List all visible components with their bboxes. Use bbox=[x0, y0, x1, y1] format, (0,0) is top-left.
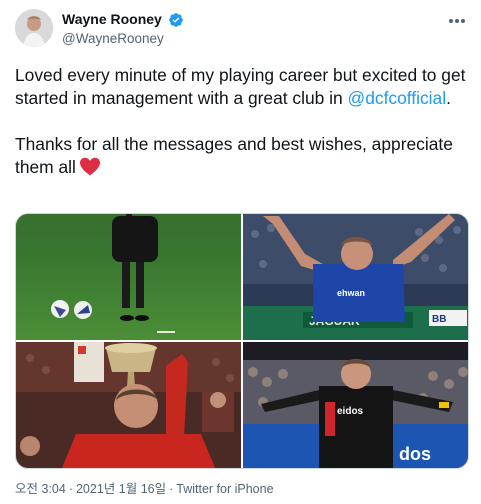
author-handle[interactable]: @WayneRooney bbox=[62, 30, 184, 47]
mention-link[interactable]: @dcfcofficial bbox=[348, 88, 447, 108]
svg-text:eidos: eidos bbox=[337, 406, 364, 417]
tweet-text-part: . bbox=[446, 88, 451, 108]
tweet-date[interactable]: 2021년 1월 16일 bbox=[76, 481, 166, 497]
media-grid: JAGUAR BB ehwan bbox=[15, 213, 469, 469]
meta-separator: · bbox=[169, 482, 174, 496]
more-options-icon[interactable] bbox=[447, 13, 467, 29]
tweet: Wayne Rooney @WayneRooney Loved every mi… bbox=[0, 0, 481, 504]
tweet-meta: 오전 3:04 · 2021년 1월 16일 · Twitter for iPhone bbox=[15, 481, 274, 497]
red-heart-icon bbox=[79, 157, 101, 176]
tweet-header: Wayne Rooney @WayneRooney bbox=[15, 9, 467, 47]
svg-text:ehwan: ehwan bbox=[337, 288, 365, 298]
photo-dc-united-celebration[interactable]: dos eidos bbox=[243, 342, 468, 468]
author-display-name[interactable]: Wayne Rooney bbox=[62, 11, 162, 28]
avatar[interactable] bbox=[15, 9, 53, 47]
svg-text:BB: BB bbox=[432, 314, 446, 325]
tweet-paragraph-1: Loved every minute of my playing career … bbox=[15, 64, 470, 110]
svg-text:dos: dos bbox=[399, 444, 431, 464]
tweet-text: Loved every minute of my playing career … bbox=[15, 64, 470, 179]
meta-separator: · bbox=[68, 482, 73, 496]
tweet-paragraph-2: Thanks for all the messages and best wis… bbox=[15, 133, 470, 179]
tweet-source[interactable]: Twitter for iPhone bbox=[176, 481, 273, 497]
photo-pitch-footballs[interactable] bbox=[16, 214, 241, 340]
verified-badge-icon bbox=[168, 12, 184, 28]
photo-everton-celebration[interactable]: JAGUAR BB ehwan bbox=[243, 214, 468, 340]
author-names: Wayne Rooney @WayneRooney bbox=[62, 11, 184, 47]
tweet-time[interactable]: 오전 3:04 bbox=[15, 481, 66, 497]
photo-trophy-kiss[interactable] bbox=[16, 342, 241, 468]
